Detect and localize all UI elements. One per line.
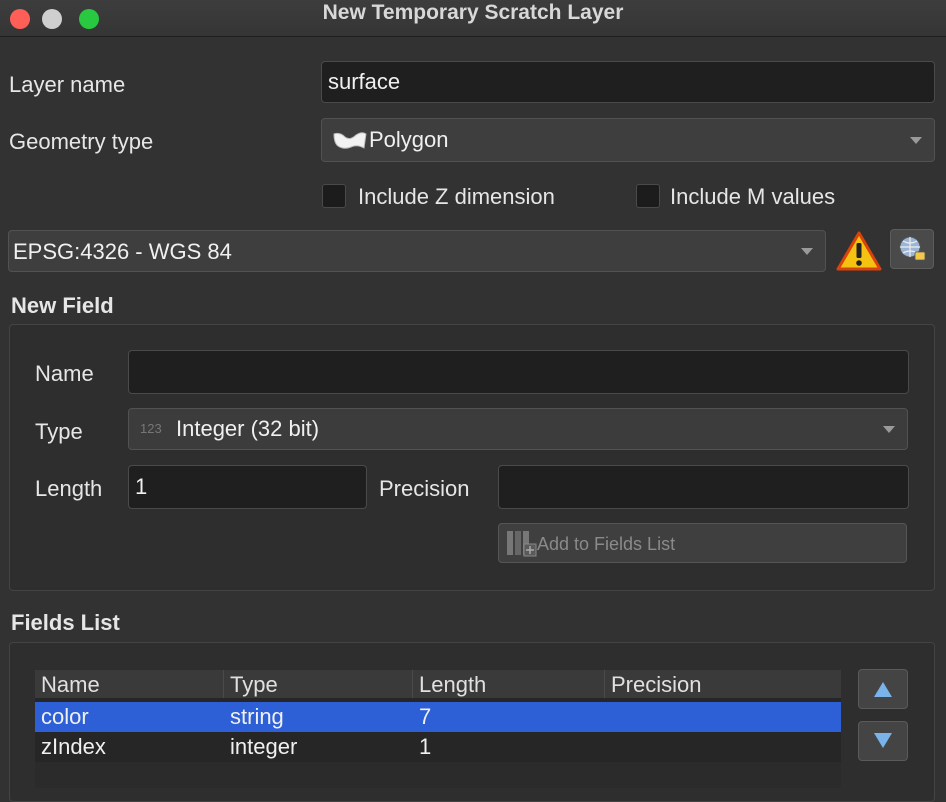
fields-list-title: Fields List — [11, 610, 120, 635]
table-row[interactable]: zIndex integer 1 — [35, 732, 841, 762]
geometry-type-select[interactable]: Polygon — [321, 118, 935, 162]
include-z-label: Include Z dimension — [358, 184, 555, 209]
add-to-fields-list-label: Add to Fields List — [537, 534, 676, 554]
title-bar: New Temporary Scratch Layer — [0, 0, 946, 37]
chevron-down-icon — [910, 137, 922, 144]
field-precision-label: Precision — [379, 476, 470, 501]
column-header-type[interactable]: Type — [224, 670, 413, 698]
crs-select[interactable]: EPSG:4326 - WGS 84 — [8, 230, 826, 272]
column-header-length[interactable]: Length — [413, 670, 605, 698]
table-row[interactable]: color string 7 — [35, 702, 841, 732]
table-row-empty — [35, 762, 841, 788]
add-to-fields-list-button[interactable]: Add to Fields List — [498, 523, 907, 563]
cell-precision — [605, 702, 841, 732]
layer-name-label: Layer name — [9, 72, 126, 97]
crs-selector-icon[interactable] — [890, 229, 934, 269]
chevron-down-icon — [801, 248, 813, 255]
field-name-label: Name — [35, 361, 94, 386]
column-header-name[interactable]: Name — [35, 670, 224, 698]
field-length-label: Length — [35, 476, 103, 501]
cell-length: 1 — [419, 734, 432, 759]
layer-name-input[interactable]: surface — [321, 61, 935, 103]
cell-type: string — [230, 704, 284, 729]
chevron-down-icon — [883, 426, 895, 433]
cell-length: 7 — [419, 704, 432, 729]
include-z-checkbox[interactable] — [322, 184, 346, 208]
geometry-type-value: Polygon — [369, 127, 449, 152]
include-m-checkbox[interactable] — [636, 184, 660, 208]
cell-type: integer — [230, 734, 298, 759]
cell-precision — [605, 732, 841, 762]
fields-table[interactable]: Name Type Length Precision color string … — [35, 670, 841, 788]
field-precision-input[interactable] — [498, 465, 909, 509]
integer-type-icon: 123 — [140, 421, 162, 436]
window-title: New Temporary Scratch Layer — [322, 1, 624, 24]
arrow-up-icon — [874, 682, 892, 697]
field-length-input[interactable]: 1 — [128, 465, 367, 509]
column-header-precision[interactable]: Precision — [605, 670, 841, 698]
field-type-select[interactable]: 123 Integer (32 bit) — [128, 408, 908, 450]
move-up-button[interactable] — [858, 669, 908, 709]
warning-icon[interactable] — [836, 230, 882, 277]
cell-name: color — [41, 704, 89, 729]
field-type-label: Type — [35, 419, 83, 444]
field-type-value: Integer (32 bit) — [176, 416, 320, 441]
crs-value: EPSG:4326 - WGS 84 — [13, 239, 232, 264]
include-m-label: Include M values — [670, 184, 836, 209]
new-field-title: New Field — [11, 293, 114, 318]
cell-name: zIndex — [41, 734, 106, 759]
geometry-type-label: Geometry type — [9, 129, 154, 154]
field-name-input[interactable] — [128, 350, 909, 394]
add-field-icon — [505, 529, 537, 562]
move-down-button[interactable] — [858, 721, 908, 761]
arrow-down-icon — [874, 733, 892, 748]
polygon-icon — [332, 130, 368, 158]
